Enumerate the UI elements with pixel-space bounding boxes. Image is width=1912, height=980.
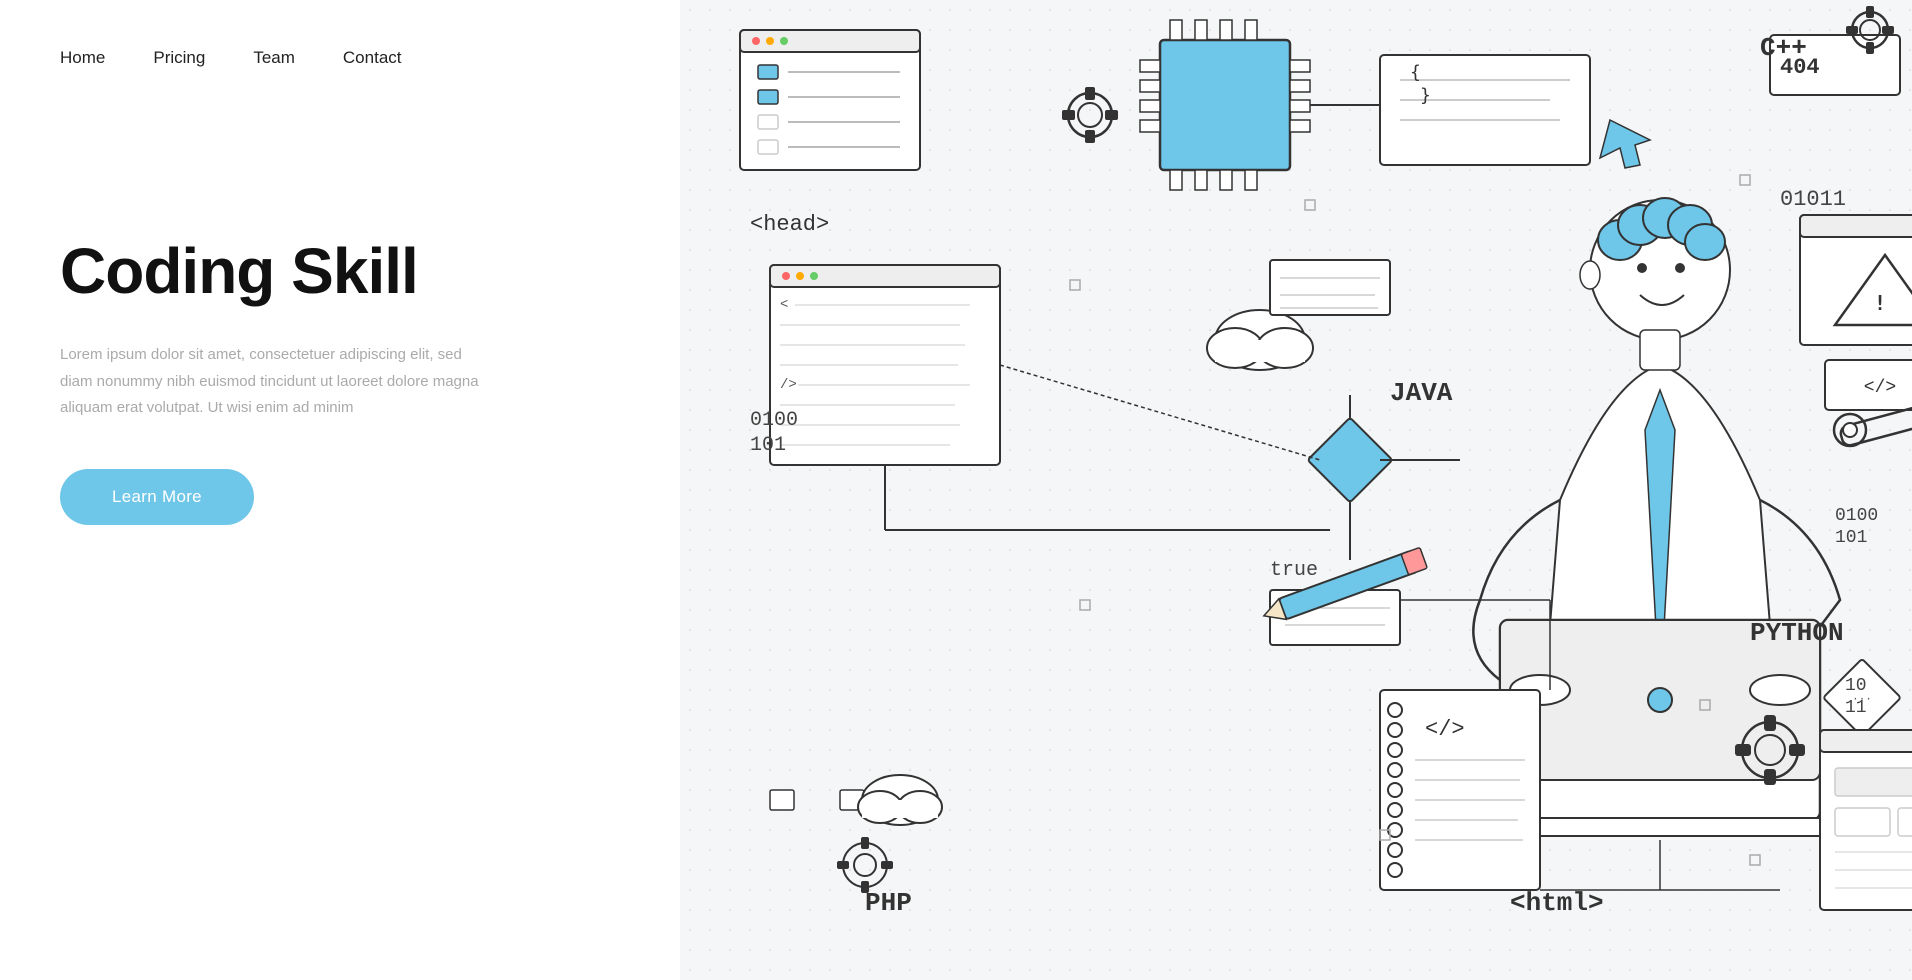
learn-more-button[interactable]: Learn More (60, 469, 254, 525)
svg-text:11: 11 (1845, 698, 1867, 718)
svg-text:</>: </> (1864, 378, 1896, 398)
svg-text:C++: C++ (1760, 33, 1807, 63)
svg-text:/>: /> (780, 377, 797, 393)
nav-pricing[interactable]: Pricing (153, 48, 205, 68)
svg-text:101: 101 (1835, 528, 1867, 548)
svg-text:true: true (1270, 559, 1318, 582)
svg-text:{: { (1410, 62, 1421, 83)
coding-illustration: { } 404 C++ 01011 (680, 0, 1912, 980)
hero-content: Coding Skill Lorem ipsum dolor sit amet,… (60, 236, 620, 525)
navigation: Home Pricing Team Contact (60, 0, 620, 116)
svg-text:101: 101 (750, 434, 786, 457)
nav-team[interactable]: Team (253, 48, 295, 68)
svg-text:PHP: PHP (865, 888, 912, 918)
svg-text:<head>: <head> (750, 212, 829, 237)
svg-text:JAVA: JAVA (1390, 378, 1453, 408)
svg-text:01011: 01011 (1780, 187, 1846, 212)
svg-text:}: } (1420, 85, 1431, 106)
page-title: Coding Skill (60, 236, 620, 306)
svg-text:</>: </> (1425, 717, 1465, 742)
nav-contact[interactable]: Contact (343, 48, 402, 68)
svg-text:!: ! (1874, 291, 1886, 315)
svg-text:0100: 0100 (1835, 506, 1878, 526)
right-panel: { } 404 C++ 01011 (680, 0, 1912, 980)
svg-text:<html>: <html> (1510, 888, 1604, 918)
svg-text:<: < (780, 297, 788, 313)
left-panel: Home Pricing Team Contact Coding Skill L… (0, 0, 680, 980)
svg-text:10: 10 (1845, 676, 1867, 696)
svg-text:PYTHON: PYTHON (1750, 618, 1844, 648)
svg-text:0100: 0100 (750, 409, 798, 432)
hero-description: Lorem ipsum dolor sit amet, consectetuer… (60, 342, 480, 421)
nav-home[interactable]: Home (60, 48, 105, 68)
